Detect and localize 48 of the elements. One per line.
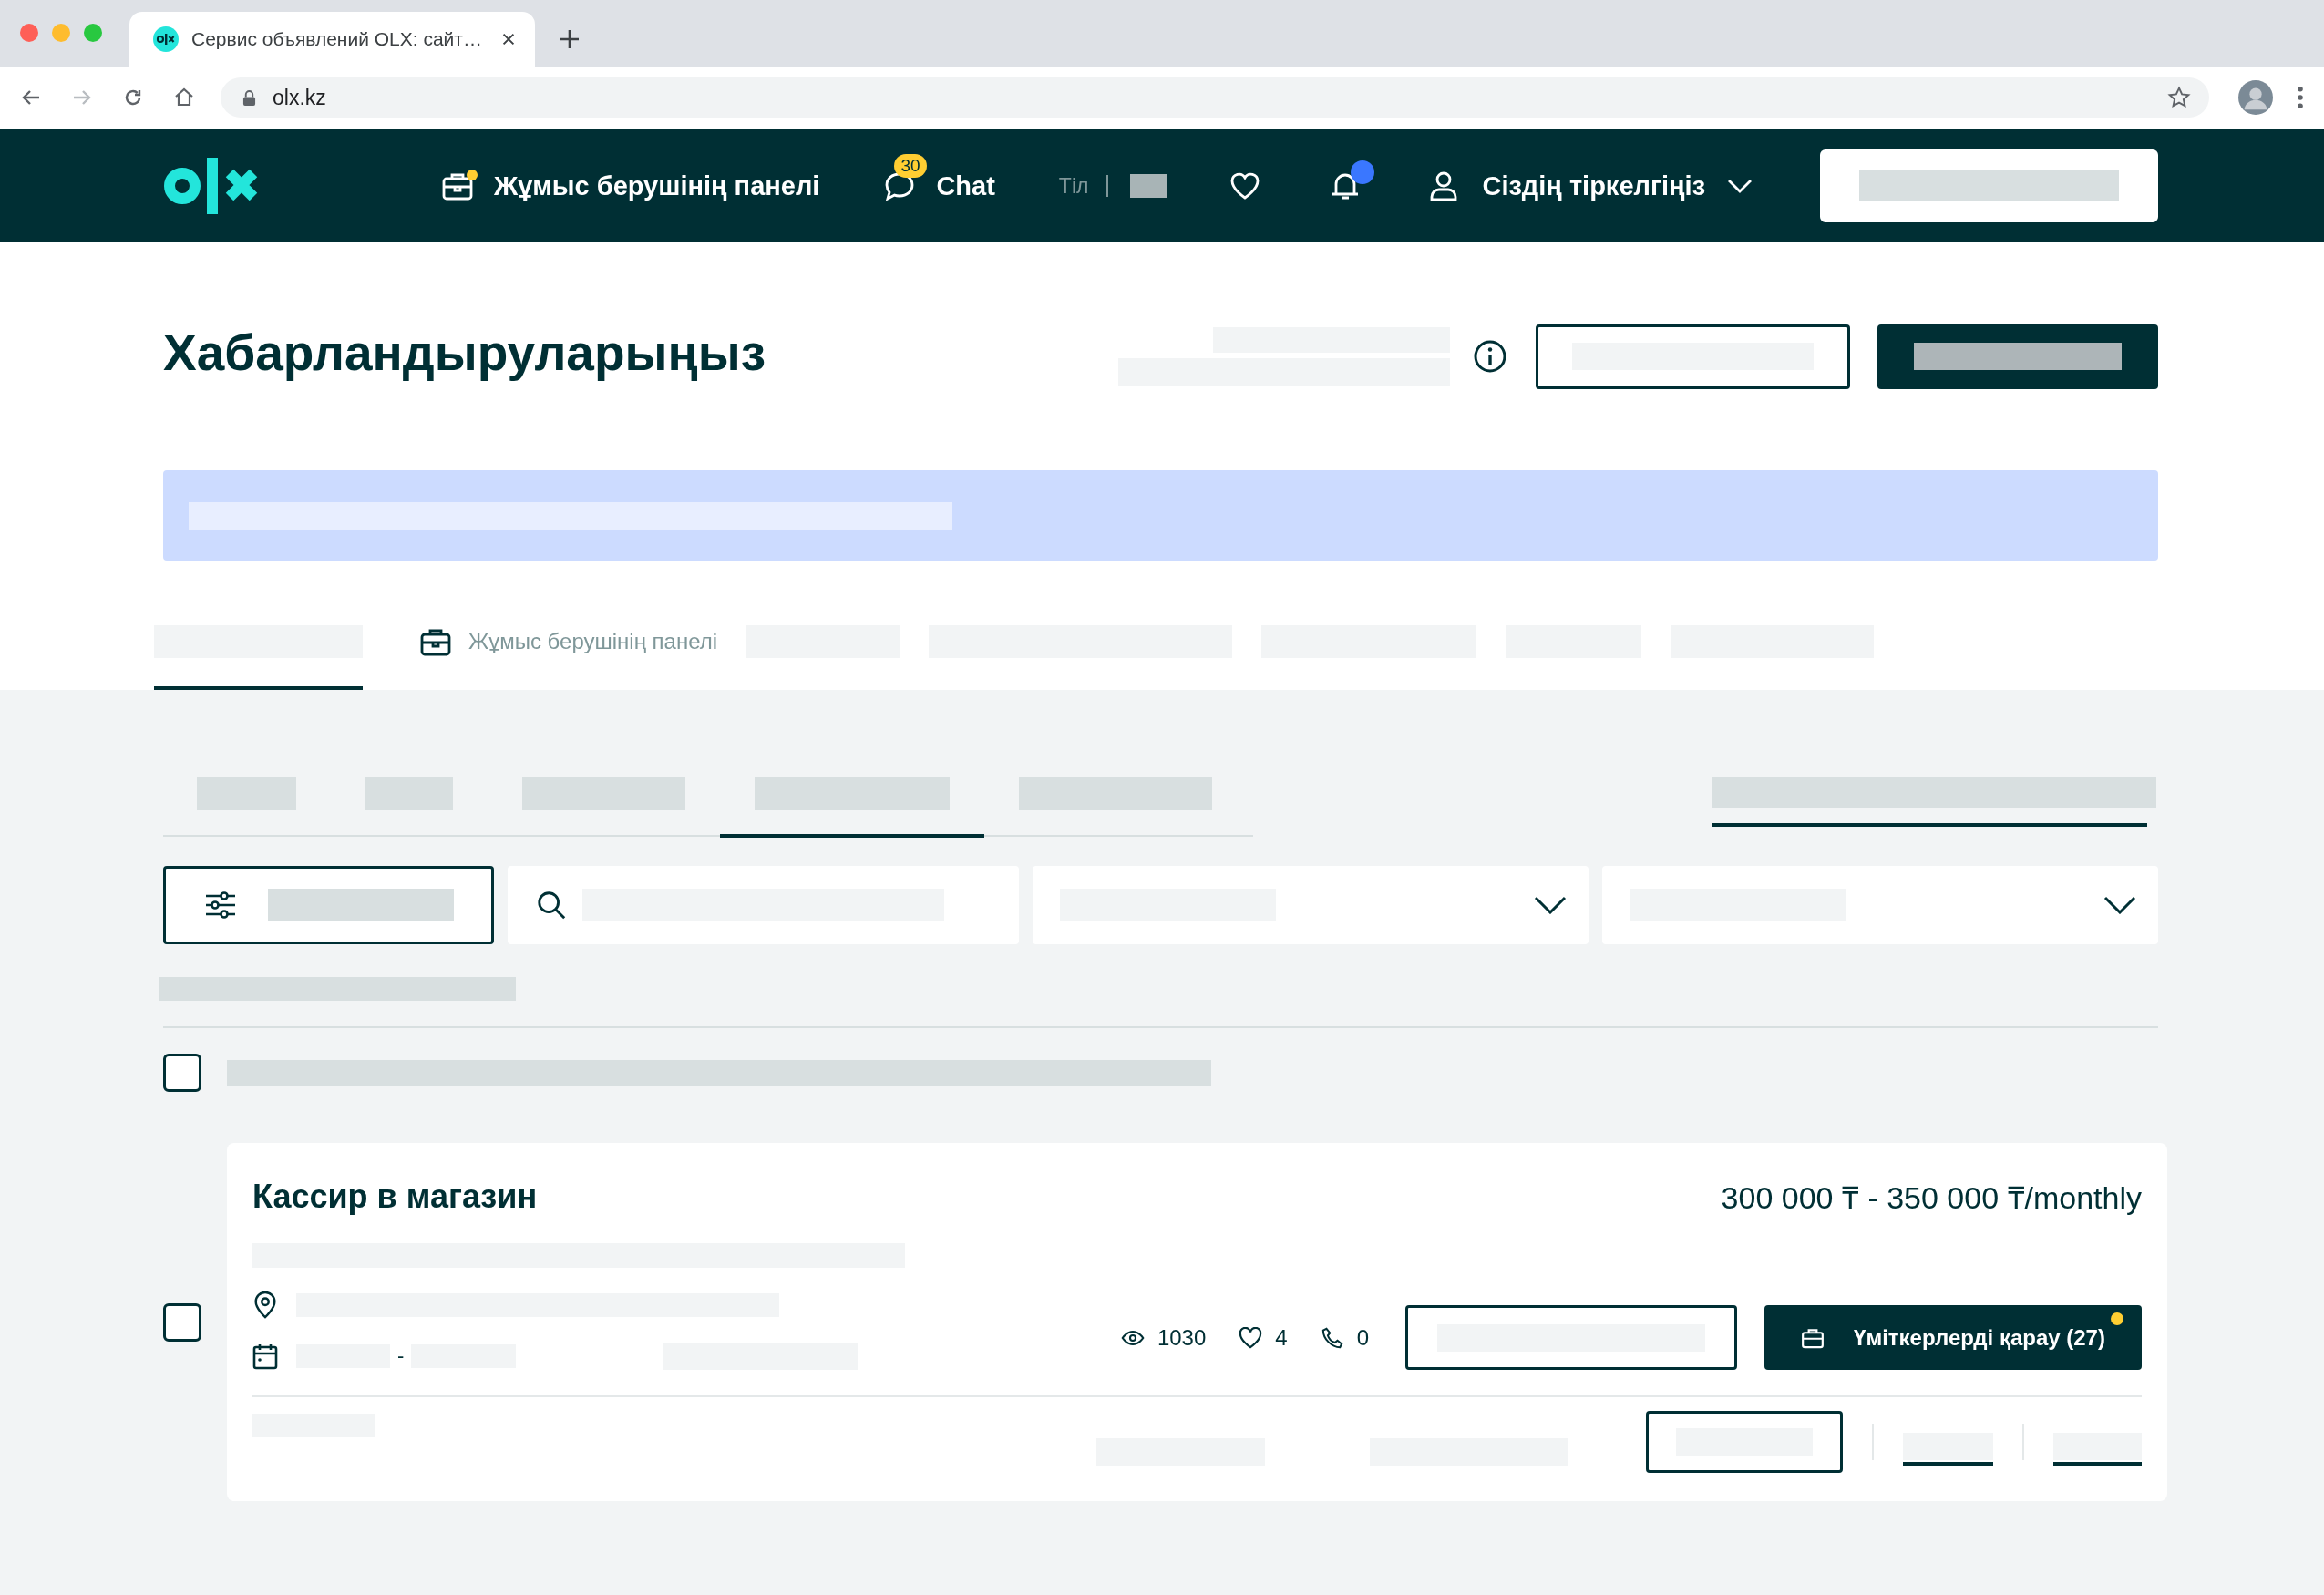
checkbox[interactable] xyxy=(163,1302,201,1342)
sliders-icon xyxy=(204,890,237,921)
menu-icon[interactable] xyxy=(2297,86,2304,109)
new-tab-icon[interactable] xyxy=(559,28,581,50)
heart-icon xyxy=(1239,1326,1263,1349)
link[interactable] xyxy=(1903,1433,1993,1466)
employer-panel-link[interactable]: Жұмыс берушінің панелі xyxy=(441,170,820,202)
star-icon[interactable] xyxy=(2167,86,2191,109)
outline-button[interactable] xyxy=(1536,324,1850,389)
search-icon xyxy=(535,890,568,921)
status-tab[interactable] xyxy=(720,777,984,838)
home-icon[interactable] xyxy=(173,87,195,108)
location-pin-icon xyxy=(252,1291,278,1319)
chat-link[interactable]: 30 Chat xyxy=(883,149,995,222)
url-text: olx.kz xyxy=(273,85,327,110)
favicon-icon xyxy=(153,26,179,52)
listing-title[interactable]: Кассир в магазин xyxy=(252,1178,538,1216)
lock-icon xyxy=(242,88,256,107)
views-count: 1030 xyxy=(1157,1324,1207,1351)
page-title: Хабарландыруларыңыз xyxy=(163,324,766,382)
primary-button[interactable] xyxy=(1877,324,2158,389)
chevron-down-icon xyxy=(1727,179,1753,193)
calendar-icon xyxy=(252,1343,278,1370)
outline-button[interactable] xyxy=(1405,1305,1737,1370)
checkbox[interactable] xyxy=(163,1054,201,1092)
likes-count: 4 xyxy=(1275,1324,1288,1351)
phone-icon xyxy=(1320,1326,1344,1349)
salary-text: 300 000 ₸ - 350 000 ₸/monthly xyxy=(1721,1179,2142,1217)
address-bar[interactable]: olx.kz xyxy=(221,77,2209,118)
calls-count: 0 xyxy=(1356,1324,1369,1351)
chevron-down-icon xyxy=(1534,896,1567,914)
search-field[interactable] xyxy=(508,866,1019,944)
language-label: Тіл xyxy=(1058,173,1089,199)
redacted-bar xyxy=(1130,174,1167,198)
outline-button[interactable] xyxy=(1646,1411,1843,1473)
tab-title: Сервис объявлений OLX: сайт… xyxy=(191,28,483,50)
account-menu[interactable]: Сіздің тіркелгіңіз xyxy=(1427,170,1753,202)
message-count-badge: 30 xyxy=(894,154,927,178)
filter-button[interactable] xyxy=(163,866,494,944)
avatar-icon[interactable] xyxy=(2238,80,2273,115)
chevron-down-icon xyxy=(2103,896,2136,914)
tab[interactable] xyxy=(154,624,363,690)
link[interactable] xyxy=(2053,1433,2142,1466)
close-icon[interactable] xyxy=(500,31,517,47)
view-applicants-button[interactable]: Үміткерлерді қарау (27) xyxy=(1764,1305,2142,1370)
info-icon[interactable] xyxy=(1472,338,1508,375)
date-separator: - xyxy=(397,1344,405,1368)
browser-tab[interactable]: Сервис объявлений OLX: сайт… xyxy=(129,12,535,67)
